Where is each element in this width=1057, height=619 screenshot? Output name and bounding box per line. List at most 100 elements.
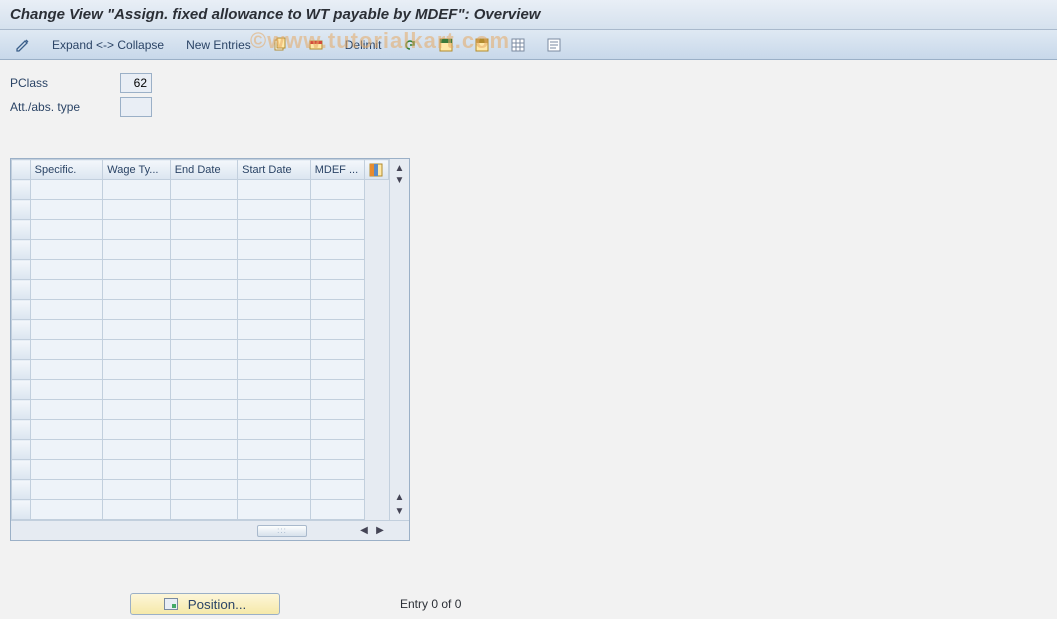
row-selector[interactable] — [12, 220, 31, 240]
cell[interactable] — [170, 480, 237, 500]
cell[interactable] — [310, 300, 364, 320]
cell[interactable] — [30, 440, 103, 460]
cell[interactable] — [238, 340, 311, 360]
table-row[interactable] — [12, 420, 389, 440]
row-selector[interactable] — [12, 260, 31, 280]
table-row[interactable] — [12, 480, 389, 500]
cell[interactable] — [103, 360, 170, 380]
cell[interactable] — [310, 260, 364, 280]
toggle-edit-display-button[interactable] — [10, 34, 36, 56]
cell[interactable] — [238, 500, 311, 520]
scroll-left-icon[interactable]: ◀ — [357, 524, 371, 538]
column-header-mdef[interactable]: MDEF ... — [310, 160, 364, 180]
row-selector[interactable] — [12, 300, 31, 320]
copy-as-button[interactable] — [267, 34, 293, 56]
cell[interactable] — [310, 180, 364, 200]
row-selector[interactable] — [12, 420, 31, 440]
row-selector[interactable] — [12, 480, 31, 500]
cell[interactable] — [30, 280, 103, 300]
column-header-specific[interactable]: Specific. — [30, 160, 103, 180]
cell[interactable] — [238, 380, 311, 400]
cell[interactable] — [170, 340, 237, 360]
row-selector[interactable] — [12, 380, 31, 400]
row-selector[interactable] — [12, 340, 31, 360]
table-row[interactable] — [12, 220, 389, 240]
row-selector[interactable] — [12, 360, 31, 380]
cell[interactable] — [103, 240, 170, 260]
cell[interactable] — [170, 400, 237, 420]
cell[interactable] — [30, 260, 103, 280]
cell[interactable] — [310, 320, 364, 340]
table-row[interactable] — [12, 260, 389, 280]
cell[interactable] — [103, 220, 170, 240]
hscroll-thumb[interactable]: ::: — [257, 525, 307, 537]
cell[interactable] — [103, 280, 170, 300]
print-button[interactable] — [541, 34, 567, 56]
cell[interactable] — [238, 400, 311, 420]
cell[interactable] — [170, 300, 237, 320]
cell[interactable] — [170, 420, 237, 440]
column-header-start-date[interactable]: Start Date — [238, 160, 311, 180]
scroll-right-icon[interactable]: ▶ — [373, 524, 387, 538]
new-entries-button[interactable]: New Entries — [180, 38, 257, 52]
delimit-button[interactable]: Delimit — [339, 38, 388, 52]
row-selector[interactable] — [12, 280, 31, 300]
cell[interactable] — [170, 440, 237, 460]
cell[interactable] — [310, 280, 364, 300]
cell[interactable] — [30, 240, 103, 260]
row-selector[interactable] — [12, 440, 31, 460]
cell[interactable] — [30, 340, 103, 360]
row-selector[interactable] — [12, 320, 31, 340]
horizontal-scrollbar[interactable]: ::: ◀ ▶ — [11, 520, 409, 540]
cell[interactable] — [238, 260, 311, 280]
cell[interactable] — [30, 460, 103, 480]
cell[interactable] — [238, 200, 311, 220]
cell[interactable] — [170, 220, 237, 240]
undo-change-button[interactable] — [397, 34, 423, 56]
cell[interactable] — [238, 360, 311, 380]
cell[interactable] — [103, 340, 170, 360]
table-row[interactable] — [12, 320, 389, 340]
cell[interactable] — [103, 260, 170, 280]
cell[interactable] — [170, 460, 237, 480]
table-row[interactable] — [12, 380, 389, 400]
cell[interactable] — [310, 240, 364, 260]
cell[interactable] — [103, 200, 170, 220]
cell[interactable] — [103, 400, 170, 420]
scroll-up-small-icon[interactable]: ▲ — [393, 490, 407, 504]
expand-collapse-button[interactable]: Expand <-> Collapse — [46, 38, 170, 52]
cell[interactable] — [238, 300, 311, 320]
table-row[interactable] — [12, 500, 389, 520]
configure-columns-button[interactable] — [365, 160, 389, 180]
cell[interactable] — [103, 500, 170, 520]
cell[interactable] — [30, 480, 103, 500]
row-selector[interactable] — [12, 200, 31, 220]
table-row[interactable] — [12, 460, 389, 480]
cell[interactable] — [103, 420, 170, 440]
cell[interactable] — [103, 440, 170, 460]
cell[interactable] — [310, 400, 364, 420]
table-settings-button[interactable] — [505, 34, 531, 56]
cell[interactable] — [310, 460, 364, 480]
row-selector[interactable] — [12, 240, 31, 260]
cell[interactable] — [238, 480, 311, 500]
table-row[interactable] — [12, 200, 389, 220]
scroll-down-small-icon[interactable]: ▼ — [393, 173, 407, 187]
cell[interactable] — [238, 180, 311, 200]
cell[interactable] — [310, 420, 364, 440]
cell[interactable] — [238, 460, 311, 480]
cell[interactable] — [30, 320, 103, 340]
cell[interactable] — [30, 380, 103, 400]
cell[interactable] — [170, 380, 237, 400]
cell[interactable] — [30, 220, 103, 240]
table-row[interactable] — [12, 400, 389, 420]
cell[interactable] — [170, 240, 237, 260]
cell[interactable] — [30, 360, 103, 380]
cell[interactable] — [30, 300, 103, 320]
cell[interactable] — [170, 180, 237, 200]
table-row[interactable] — [12, 360, 389, 380]
position-button[interactable]: Position... — [130, 593, 280, 615]
cell[interactable] — [170, 500, 237, 520]
cell[interactable] — [310, 500, 364, 520]
cell[interactable] — [30, 500, 103, 520]
